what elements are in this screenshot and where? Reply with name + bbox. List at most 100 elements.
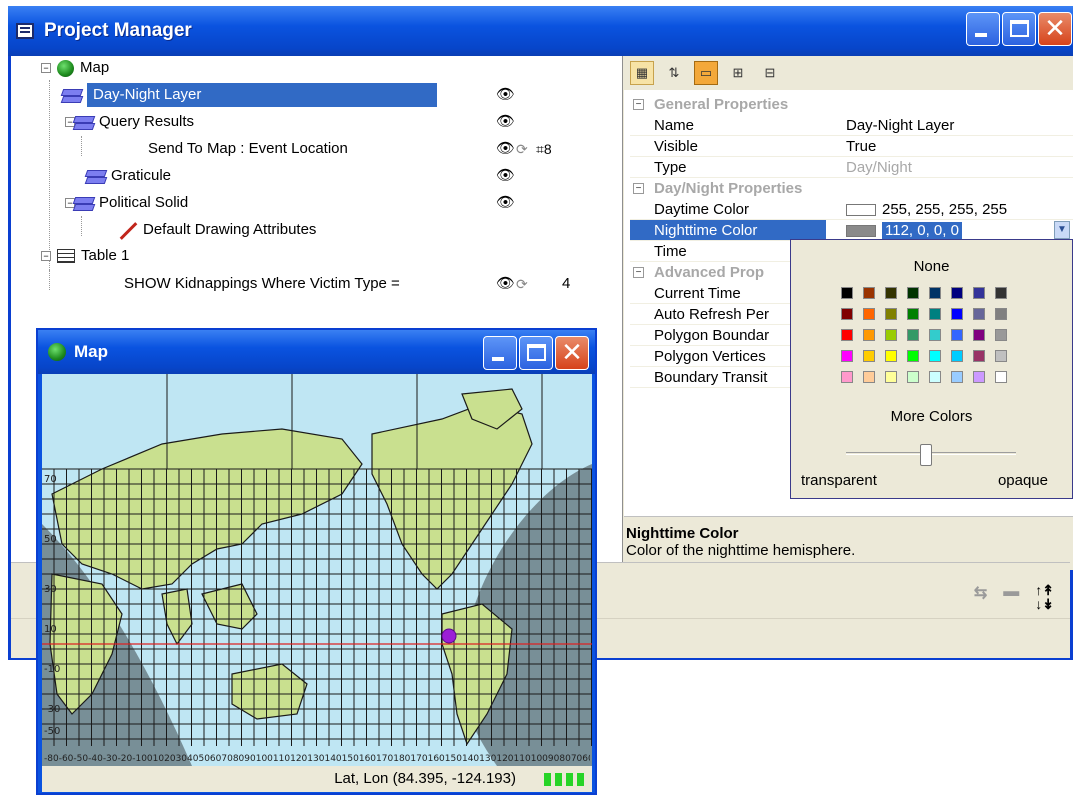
color-swatch-option[interactable]	[863, 329, 875, 341]
color-swatch-option[interactable]	[929, 329, 941, 341]
x-tick: 90	[244, 754, 256, 762]
property-row[interactable]: Type Day/Night	[630, 157, 1073, 178]
sort-alphabetical-button[interactable]: ⇅	[662, 61, 686, 85]
color-swatch-option[interactable]	[907, 308, 919, 320]
link-icon[interactable]: ⇆	[974, 583, 987, 611]
x-tick: -10	[132, 754, 147, 762]
nighttime-color-value[interactable]: 112, 0, 0, 0	[882, 222, 962, 239]
color-swatch-option[interactable]	[863, 371, 875, 383]
y-tick: 70	[44, 474, 57, 485]
color-swatch-option[interactable]	[995, 287, 1007, 299]
layer-icon	[85, 167, 105, 185]
property-row-daytime-color[interactable]: Daytime Color 255, 255, 255, 255	[630, 199, 1073, 220]
tree-item-send-to-map[interactable]: Send To Map : Event Location	[148, 137, 348, 161]
color-swatch-option[interactable]	[885, 371, 897, 383]
color-swatch-option[interactable]	[863, 308, 875, 320]
minimize-button[interactable]	[966, 12, 1000, 46]
eye-icon[interactable]: 👁	[496, 83, 515, 107]
tree-item-default-drawing-attributes[interactable]: Default Drawing Attributes	[119, 218, 316, 242]
color-swatch-option[interactable]	[863, 287, 875, 299]
tree-item-query-results[interactable]: − Query Results	[65, 110, 194, 134]
color-swatch-option[interactable]	[841, 308, 853, 320]
x-tick: 110	[513, 754, 531, 762]
map-canvas[interactable]: 70 50 30 10 -10 -30 -50 -80-60-50-40-30-…	[42, 374, 592, 766]
collapse-icon[interactable]: −	[633, 99, 644, 110]
color-swatch-option[interactable]	[907, 350, 919, 362]
color-swatch-option[interactable]	[885, 329, 897, 341]
tree-item-political-solid[interactable]: − Political Solid	[65, 191, 188, 215]
color-swatch-option[interactable]	[841, 371, 853, 383]
collapse-icon[interactable]: −	[41, 63, 51, 73]
dropdown-arrow-icon[interactable]: ▼	[1054, 221, 1070, 239]
color-swatch-option[interactable]	[951, 350, 963, 362]
property-row-nighttime-color[interactable]: Nighttime Color 112, 0, 0, 0 ▼	[630, 220, 1073, 241]
tree-item-map[interactable]: − Map	[41, 56, 109, 80]
refresh-icon[interactable]: ⟳	[516, 272, 528, 296]
opacity-slider-thumb[interactable]	[919, 444, 932, 466]
move-up-down-icon[interactable]: ↑↟ ↓↡	[1035, 583, 1054, 611]
color-swatch-option[interactable]	[841, 287, 853, 299]
maximize-icon	[527, 344, 546, 361]
collapse-all-button[interactable]: ⊟	[758, 61, 782, 85]
minimize-icon	[975, 33, 987, 37]
color-swatch-option[interactable]	[907, 287, 919, 299]
title-bar[interactable]: Project Manager ✕	[8, 6, 1073, 56]
color-swatch-option[interactable]	[995, 329, 1007, 341]
color-swatch-option[interactable]	[929, 287, 941, 299]
refresh-icon[interactable]: ⟳	[516, 137, 528, 161]
color-swatch-option[interactable]	[841, 329, 853, 341]
color-swatch-option[interactable]	[951, 371, 963, 383]
color-swatch-option[interactable]	[973, 329, 985, 341]
close-button[interactable]: ✕	[1038, 12, 1072, 46]
color-swatch-option[interactable]	[841, 350, 853, 362]
collapse-icon[interactable]: −	[41, 251, 51, 261]
eye-icon[interactable]: 👁	[496, 272, 515, 296]
eye-icon[interactable]: 👁	[496, 164, 515, 188]
color-swatch-option[interactable]	[951, 308, 963, 320]
group-general-properties[interactable]: − General Properties	[630, 94, 1073, 115]
collapse-icon[interactable]: −	[633, 183, 644, 194]
tree-item-day-night-layer[interactable]: Day-Night Layer	[61, 83, 437, 108]
properties-view-button[interactable]: ▭	[694, 61, 718, 85]
maximize-button[interactable]	[519, 336, 553, 370]
color-swatch-option[interactable]	[995, 371, 1007, 383]
minimize-button[interactable]	[483, 336, 517, 370]
group-day-night-properties[interactable]: − Day/Night Properties	[630, 178, 1073, 199]
color-swatch-option[interactable]	[885, 287, 897, 299]
tree-item-show-kidnappings[interactable]: SHOW Kidnappings Where Victim Type =	[124, 272, 400, 296]
expand-all-button[interactable]: ⊞	[726, 61, 750, 85]
color-swatch-option[interactable]	[929, 371, 941, 383]
color-swatch-option[interactable]	[951, 287, 963, 299]
eye-icon[interactable]: 👁	[496, 137, 515, 161]
window-title: Project Manager	[44, 20, 192, 41]
property-row[interactable]: Name Day-Night Layer	[630, 115, 1073, 136]
property-row[interactable]: Visible True	[630, 136, 1073, 157]
map-title-bar[interactable]: Map ✕	[38, 330, 595, 374]
close-button[interactable]: ✕	[555, 336, 589, 370]
collapse-icon[interactable]: −	[633, 267, 644, 278]
color-swatch-option[interactable]	[907, 329, 919, 341]
color-swatch-option[interactable]	[929, 308, 941, 320]
color-swatch-option[interactable]	[907, 371, 919, 383]
categorized-view-button[interactable]: ▦	[630, 61, 654, 85]
color-swatch-option[interactable]	[951, 329, 963, 341]
maximize-button[interactable]	[1002, 12, 1036, 46]
color-swatch-option[interactable]	[973, 308, 985, 320]
color-swatch-option[interactable]	[973, 287, 985, 299]
tree-item-table-1[interactable]: − Table 1	[41, 244, 129, 268]
x-tick: 50	[198, 754, 210, 762]
color-swatch-option[interactable]	[973, 371, 985, 383]
color-swatch-option[interactable]	[863, 350, 875, 362]
color-swatch-option[interactable]	[885, 350, 897, 362]
none-color-option[interactable]: None	[791, 258, 1072, 275]
color-swatch-option[interactable]	[995, 308, 1007, 320]
eye-icon[interactable]: 👁	[496, 191, 515, 215]
color-swatch-option[interactable]	[885, 308, 897, 320]
color-swatch-option[interactable]	[973, 350, 985, 362]
color-swatch-option[interactable]	[995, 350, 1007, 362]
tree-item-graticule[interactable]: Graticule	[85, 164, 171, 188]
eye-icon[interactable]: 👁	[496, 110, 515, 134]
color-swatch-option[interactable]	[929, 350, 941, 362]
more-colors-button[interactable]: More Colors	[791, 408, 1072, 425]
minus-icon[interactable]: ▬	[1003, 583, 1019, 611]
